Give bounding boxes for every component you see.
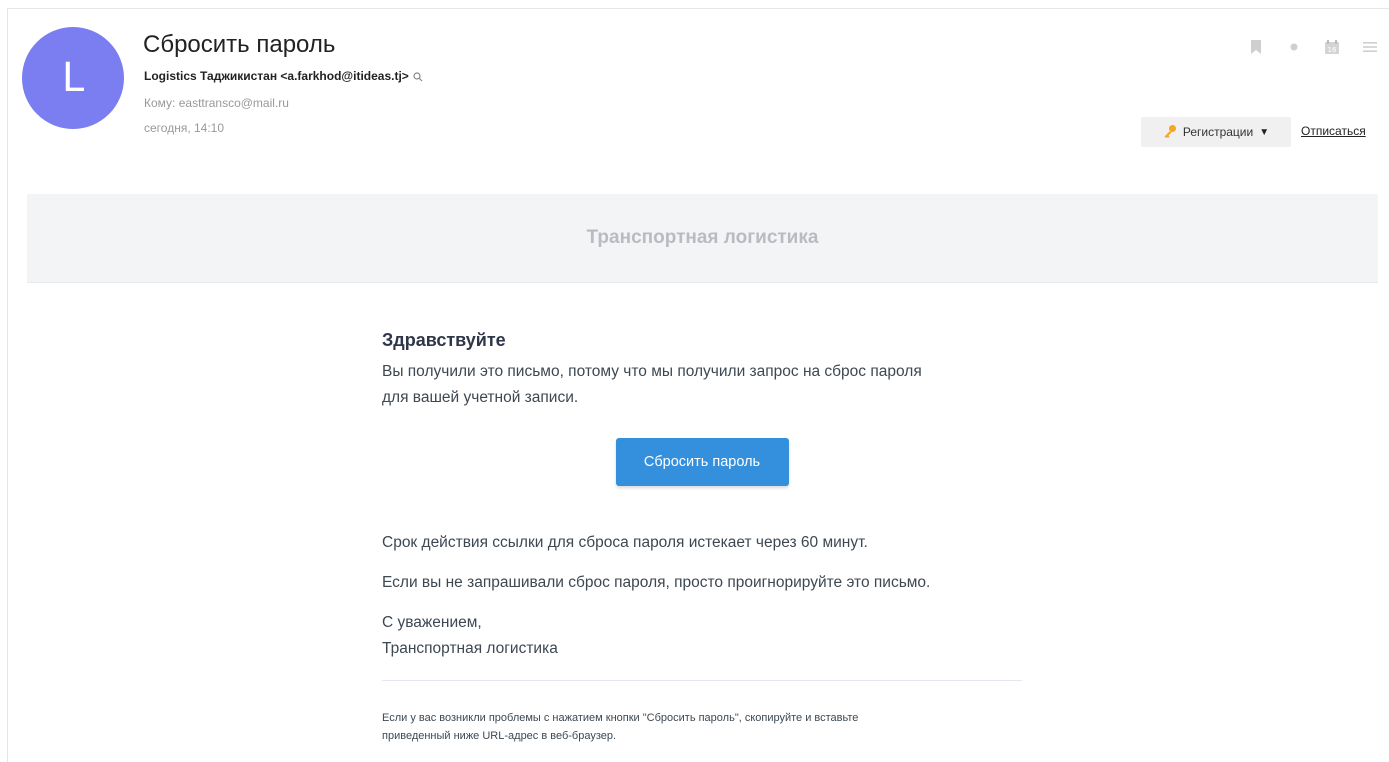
key-icon (1163, 124, 1177, 141)
window-top-border (8, 8, 1389, 9)
footer-divider (382, 680, 1022, 681)
recipient-line: Кому: easttransco@mail.ru (144, 96, 289, 110)
registrations-dropdown[interactable]: Регистрации ▼ (1141, 117, 1291, 147)
unread-dot-icon[interactable] (1285, 38, 1303, 56)
footer-note: Если у вас возникли проблемы с нажатием … (382, 709, 1022, 745)
email-banner: Транспортная логистика (27, 194, 1378, 283)
regards-text: С уважением, (382, 614, 482, 631)
expiry-text: Срок действия ссылки для сброса пароля и… (382, 534, 868, 551)
bookmark-icon[interactable] (1247, 38, 1265, 56)
intro-line-1: Вы получили это письмо, потому что мы по… (382, 363, 922, 380)
calendar-day: 16 (1328, 46, 1337, 54)
email-date: сегодня, 14:10 (144, 121, 225, 135)
footer-line-2: приведенный ниже URL-адрес в веб-браузер… (382, 730, 617, 742)
calendar-icon[interactable]: 16 (1323, 38, 1341, 56)
greeting-heading: Здравствуйте (382, 330, 506, 350)
reset-password-button[interactable]: Сбросить пароль (615, 438, 789, 486)
search-icon[interactable] (413, 71, 423, 82)
banner-title[interactable]: Транспортная логистика (587, 227, 819, 249)
registrations-label: Регистрации (1182, 125, 1254, 139)
unsubscribe-link[interactable]: Отписаться (1301, 124, 1366, 138)
menu-icon[interactable] (1361, 38, 1379, 56)
footer-line-1: Если у вас возникли проблемы с нажатием … (382, 712, 859, 724)
email-body: Здравствуйте Вы получили это письмо, пот… (382, 330, 1022, 745)
ignore-text: Если вы не запрашивали сброс пароля, про… (382, 574, 931, 591)
intro-line-2: для вашей учетной записи. (382, 389, 579, 406)
window-left-border (7, 8, 8, 762)
sender-avatar[interactable]: L (22, 27, 124, 129)
message-toolbar: 16 (1247, 38, 1379, 56)
caret-down-icon: ▼ (1259, 126, 1270, 138)
sender-name[interactable]: Logistics Таджикистан <a.farkhod@itideas… (144, 69, 409, 83)
signature-text: Транспортная логистика (382, 640, 558, 657)
reset-button-wrap: Сбросить пароль (382, 438, 1022, 486)
sender-line[interactable]: Logistics Таджикистан <a.farkhod@itideas… (144, 69, 423, 83)
email-subject: Сбросить пароль (143, 31, 336, 58)
